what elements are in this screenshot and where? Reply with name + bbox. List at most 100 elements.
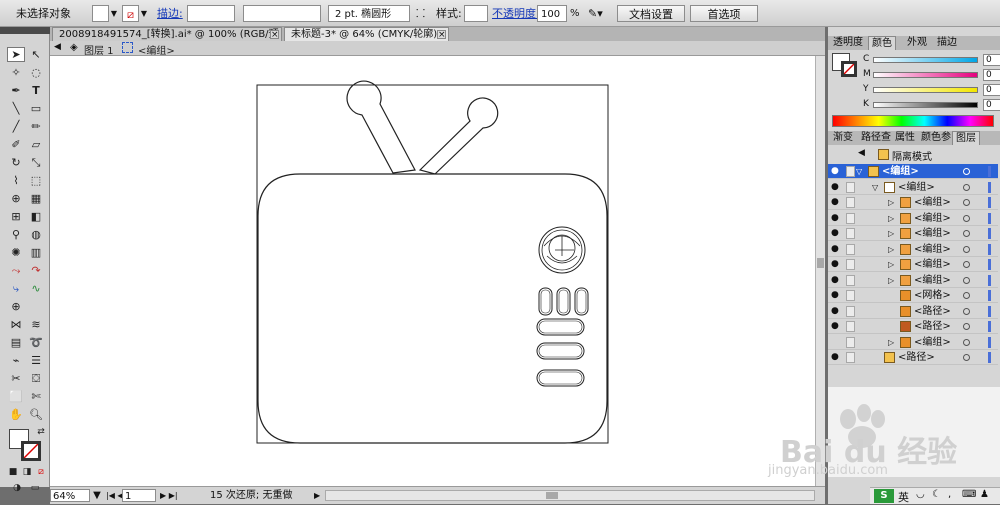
expand-triangle-icon[interactable]: ▷ — [888, 226, 894, 241]
selection-color-bar[interactable] — [988, 305, 991, 317]
chart-tool-icon[interactable]: ▤ — [7, 335, 25, 350]
artboard-canvas[interactable] — [50, 56, 815, 486]
wave-tool-icon[interactable]: ≋ — [27, 317, 45, 332]
layer-row[interactable]: ● <路径> — [828, 304, 998, 319]
selection-color-bar[interactable] — [988, 181, 991, 193]
column-graph-tool-icon[interactable]: ▥ — [27, 245, 45, 260]
selection-color-bar[interactable] — [988, 336, 991, 348]
visibility-eye-icon[interactable]: ● — [831, 164, 843, 179]
draw-mode-icon[interactable]: ◑ — [8, 481, 26, 496]
selection-color-bar[interactable] — [988, 259, 991, 270]
brush-definition-field[interactable]: 2 pt. 椭圆形 — [328, 5, 410, 22]
visibility-eye-icon[interactable]: ● — [831, 195, 843, 210]
h-scroll-thumb[interactable] — [546, 492, 558, 499]
comma-icon[interactable]: , — [948, 489, 951, 500]
isolation-mode-header[interactable]: ◀ 隔离模式 — [858, 148, 998, 163]
doc-settings-button[interactable]: 文档设置 — [617, 5, 685, 22]
style-field[interactable] — [464, 5, 488, 22]
recolor-icon[interactable]: ✎▾ — [588, 5, 608, 22]
lasso-tool-icon[interactable]: ◌ — [27, 65, 45, 80]
lock-toggle[interactable] — [846, 181, 855, 193]
lock-toggle[interactable] — [846, 197, 855, 208]
first-artboard-icon[interactable]: |◀ ◀ — [106, 489, 124, 502]
reshape-tool-icon[interactable]: ↷ — [27, 263, 45, 278]
black-slider[interactable]: K 0 — [863, 99, 1000, 111]
visibility-eye-icon[interactable]: ● — [831, 350, 843, 365]
expand-triangle-icon[interactable]: ▷ — [888, 242, 894, 257]
breadcrumb-layer[interactable]: 图层 1 — [84, 42, 114, 57]
sogou-icon[interactable]: S — [874, 489, 894, 503]
layer-row[interactable]: ● ▽ <编组> — [828, 180, 998, 195]
selection-color-bar[interactable] — [988, 243, 991, 255]
cyan-slider[interactable]: C 0 — [863, 54, 1000, 66]
lock-toggle[interactable] — [846, 321, 855, 332]
rotate-tool-icon[interactable]: ↻ — [7, 155, 25, 170]
target-circle-icon[interactable] — [963, 323, 970, 330]
selection-color-bar[interactable] — [988, 352, 991, 363]
stroke-link[interactable]: 描边: — [157, 5, 183, 22]
target-circle-icon[interactable] — [963, 214, 970, 222]
magenta-slider[interactable]: M 0 — [863, 69, 1000, 81]
lock-toggle[interactable] — [846, 259, 855, 270]
target-circle-icon[interactable] — [963, 292, 970, 299]
expand-triangle-icon[interactable]: ▽ — [856, 164, 862, 179]
lock-toggle[interactable] — [846, 336, 855, 348]
screen-mode-icon[interactable]: ▭ — [26, 481, 44, 496]
expand-triangle-icon[interactable]: ▷ — [888, 195, 894, 210]
back-arrow-icon[interactable]: ◀ — [858, 148, 865, 158]
lock-toggle[interactable] — [846, 290, 855, 301]
artboard-number-field[interactable]: 1 — [122, 489, 156, 502]
swap-colors-icon[interactable]: ⇄ — [32, 425, 50, 440]
expand-triangle-icon[interactable]: ▽ — [872, 180, 878, 195]
keyboard-icon[interactable]: ⌨ — [962, 489, 976, 500]
zoom-tool-icon[interactable]: 🔍︎ — [27, 407, 45, 422]
lock-toggle[interactable] — [846, 352, 855, 363]
shape-builder-tool-icon[interactable]: ⊕ — [7, 191, 25, 206]
stroke-dropdown[interactable]: ▼ — [140, 5, 148, 22]
target-circle-icon[interactable] — [963, 245, 970, 253]
layer-row[interactable]: ● ▷ <编组> — [828, 273, 998, 288]
layer-row[interactable]: ● ▷ <编组> — [828, 226, 998, 241]
selection-color-bar[interactable] — [988, 212, 991, 224]
next-artboard-icon[interactable]: ▶ ▶| — [160, 489, 178, 502]
selection-color-bar[interactable] — [988, 321, 991, 332]
paintbrush-tool-icon[interactable]: ╱ — [7, 119, 25, 134]
zoom-dropdown[interactable]: ▼ — [92, 489, 102, 502]
tab-attributes[interactable]: 属性 — [892, 131, 918, 145]
tab-gradient[interactable]: 渐变 — [830, 131, 856, 145]
layer-row[interactable]: ● <路径> — [828, 350, 998, 365]
layer-row[interactable]: ● ▷ <编组> — [828, 195, 998, 210]
lock-toggle[interactable] — [846, 212, 855, 224]
close-icon[interactable]: × — [270, 30, 279, 40]
layer-row[interactable]: ● ▽ <编组> — [828, 164, 998, 179]
selection-color-bar[interactable] — [988, 166, 991, 177]
breadcrumb-group[interactable]: <编组> — [138, 42, 175, 57]
visibility-eye-icon[interactable]: ● — [831, 211, 843, 226]
lock-toggle[interactable] — [846, 166, 855, 177]
symbol-sprayer-tool-icon[interactable]: ✺ — [7, 245, 25, 260]
envelope-tool-icon[interactable]: ⋈ — [7, 317, 25, 332]
opacity-input[interactable]: 100 — [537, 5, 567, 22]
expand-triangle-icon[interactable]: ▷ — [888, 211, 894, 226]
hand-tool-icon[interactable]: ✋ — [7, 407, 25, 422]
width-tool-icon[interactable]: ⤳ — [7, 263, 25, 278]
style-options-icon[interactable]: ⸬ — [416, 5, 425, 22]
visibility-eye-icon[interactable]: ● — [831, 242, 843, 257]
lock-toggle[interactable] — [846, 243, 855, 255]
target-circle-icon[interactable] — [963, 230, 970, 237]
panel-stroke-swatch[interactable] — [841, 61, 857, 77]
layer-row[interactable]: ● <网格> — [828, 288, 998, 303]
fill-dropdown[interactable]: ▼ — [110, 5, 118, 22]
wrinkle-tool-icon[interactable]: ⌁ — [7, 353, 25, 368]
expand-triangle-icon[interactable]: ▷ — [888, 257, 894, 272]
layer-row[interactable]: ● ▷ <编组> — [828, 211, 998, 226]
tab-transparency[interactable]: 透明度 — [830, 36, 866, 50]
tab-color[interactable]: 颜色 — [868, 36, 896, 50]
twirl-tool-icon[interactable]: ➰ — [27, 335, 45, 350]
rectangle-tool-icon[interactable]: ▭ — [27, 101, 45, 116]
zoom-field[interactable]: 64% — [50, 489, 90, 502]
anchor-tool-icon[interactable]: ⤷ — [7, 281, 25, 296]
warp-tool-icon[interactable]: ⌇ — [7, 173, 25, 188]
visibility-eye-icon[interactable]: ● — [831, 319, 843, 334]
type-tool-icon[interactable]: T — [27, 83, 45, 98]
